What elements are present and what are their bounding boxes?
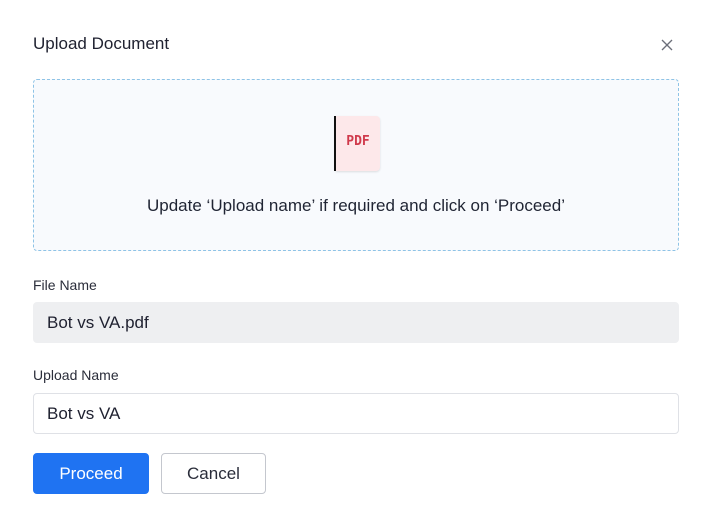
file-name-field: Bot vs VA.pdf xyxy=(33,302,679,343)
upload-document-dialog: Upload Document PDF Update ‘Upload name’… xyxy=(0,0,710,523)
proceed-button[interactable]: Proceed xyxy=(33,453,149,494)
pdf-type-badge: PDF xyxy=(346,134,370,149)
file-name-label: File Name xyxy=(33,277,97,293)
close-icon[interactable] xyxy=(661,39,673,51)
pdf-file-icon: PDF xyxy=(334,116,380,171)
upload-dropzone[interactable]: PDF Update ‘Upload name’ if required and… xyxy=(33,79,679,251)
cancel-button[interactable]: Cancel xyxy=(161,453,266,494)
upload-name-label: Upload Name xyxy=(33,367,119,383)
upload-name-input[interactable] xyxy=(33,393,679,434)
dialog-title: Upload Document xyxy=(33,34,170,53)
dropzone-message: Update ‘Upload name’ if required and cli… xyxy=(147,196,565,215)
close-button[interactable] xyxy=(657,35,677,55)
